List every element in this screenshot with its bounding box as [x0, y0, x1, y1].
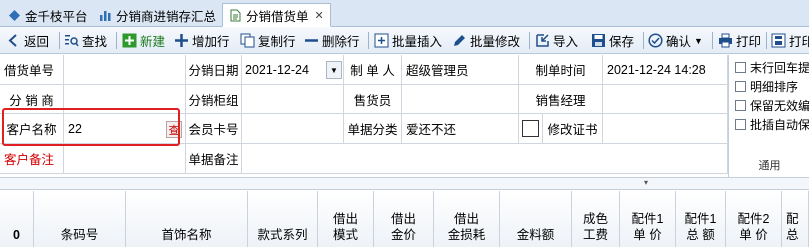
dist-date-field[interactable]: 2021-12-24 ▼ — [242, 55, 344, 85]
plus-square-icon — [122, 33, 137, 48]
option-detail-sort[interactable]: 明细排序 — [735, 78, 798, 94]
import-icon — [536, 34, 549, 47]
creator-field: 超级管理员 — [402, 55, 519, 85]
minus-icon — [305, 39, 318, 42]
confirm-dropdown[interactable]: 确认 ▼ — [648, 30, 703, 51]
col-lend-mode[interactable]: 借出 模式 — [318, 191, 374, 247]
floppy-icon — [592, 34, 605, 47]
seller-label: 售货员 — [344, 85, 402, 114]
counter-group-label: 分销柜组 — [186, 85, 242, 114]
toolbar: 返回 查找 新建 增加行 复制行 删除行 批量插入 批量修改 导入 保存 确认 … — [0, 27, 809, 54]
table-header: 0 条码号 首饰名称 款式系列 借出 模式 借出 金价 借出 金损耗 金料额 成色 工费… — [0, 191, 809, 247]
import-button[interactable]: 导入 — [535, 30, 578, 51]
doc-remark-label: 单据备注 — [186, 144, 242, 174]
col-jewelry-name[interactable]: 首饰名称 — [126, 191, 248, 247]
printer-icon — [771, 33, 786, 48]
modify-cert-label: 修改证书 — [543, 114, 603, 144]
tab-label: 金千枝平台 — [25, 9, 88, 24]
col-lend-gold-price[interactable]: 借出 金价 — [374, 191, 434, 247]
arrow-left-icon — [8, 34, 17, 47]
add-row-button[interactable]: 增加行 — [174, 30, 230, 51]
creator-label: 制 单 人 — [344, 55, 402, 85]
col-lend-gold-loss[interactable]: 借出 金损耗 — [434, 191, 500, 247]
print-button[interactable]: 打印 — [718, 30, 761, 51]
checkbox[interactable] — [735, 61, 746, 73]
doc-category-label: 单据分类 — [344, 114, 402, 144]
dist-date-label: 分销日期 — [186, 55, 242, 85]
borrow-no-label: 借货单号 — [0, 55, 64, 85]
member-card-label: 会员卡号 — [186, 114, 242, 144]
close-icon[interactable]: ✕ — [315, 9, 324, 22]
chevron-down-icon[interactable]: ▾ — [644, 178, 648, 187]
sales-manager-label: 销售经理 — [519, 85, 603, 114]
find-button[interactable]: 查找 — [64, 30, 107, 51]
check-circle-icon — [648, 33, 663, 48]
option-enter-last-row[interactable]: 末行回车提 — [735, 59, 809, 75]
print-button-2[interactable]: 打印 — [771, 30, 809, 51]
col-part1-total[interactable]: 配件1 总 额 — [676, 191, 726, 247]
options-panel: 末行回车提 明细排序 保留无效编 批插自动保 通用 — [728, 55, 809, 177]
tab-bar: 金千枝平台 分销商进销存汇总 分销借货单 ✕ — [0, 0, 809, 27]
options-group-label: 通用 — [758, 160, 781, 172]
col-fineness-labor[interactable]: 成色 工费 — [572, 191, 620, 247]
counter-group-field[interactable] — [242, 85, 344, 114]
bar-chart-icon — [100, 10, 111, 21]
col-part2-total[interactable]: 配总 — [782, 191, 809, 247]
col-gold-amount[interactable]: 金料额 — [500, 191, 572, 247]
doc-category-field[interactable]: 爱还不还 — [402, 114, 519, 144]
checkbox[interactable] — [735, 80, 746, 92]
col-barcode[interactable]: 条码号 — [34, 191, 126, 247]
modify-cert-field — [603, 114, 728, 144]
printer-icon — [719, 33, 732, 48]
member-card-field[interactable] — [242, 114, 344, 144]
plus-icon — [175, 34, 188, 47]
tab-label: 分销借货单 — [246, 9, 309, 24]
create-time-field: 2021-12-24 14:28 — [603, 55, 728, 85]
tab-inventory-summary[interactable]: 分销商进销存汇总 — [93, 3, 222, 27]
highlight-rectangle — [2, 108, 180, 146]
tab-label: 分销商进销存汇总 — [116, 9, 217, 24]
modify-cert-checkbox[interactable] — [519, 114, 543, 144]
pencil-icon — [454, 35, 465, 46]
doc-remark-field[interactable] — [242, 144, 728, 174]
back-button[interactable]: 返回 — [6, 30, 49, 51]
delete-row-button[interactable]: 删除行 — [304, 30, 360, 51]
option-keep-invalid[interactable]: 保留无效编 — [735, 97, 809, 113]
diamond-icon — [9, 9, 20, 21]
batch-insert-icon — [374, 33, 389, 48]
chevron-down-icon: ▼ — [694, 35, 703, 46]
tab-borrow-order[interactable]: 分销借货单 ✕ — [222, 3, 331, 27]
search-icon — [65, 35, 79, 47]
row-count: 0 — [0, 191, 34, 247]
save-button[interactable]: 保存 — [591, 30, 634, 51]
new-button[interactable]: 新建 — [122, 30, 165, 51]
copy-row-button[interactable]: 复制行 — [240, 30, 296, 51]
tab-platform[interactable]: 金千枝平台 — [2, 3, 94, 27]
batch-insert-button[interactable]: 批量插入 — [374, 30, 442, 51]
document-icon — [230, 9, 241, 21]
dropdown-arrow-icon[interactable]: ▼ — [326, 61, 342, 79]
copy-icon — [240, 33, 255, 48]
customer-remark-field[interactable] — [64, 144, 186, 174]
checkbox[interactable] — [735, 99, 746, 111]
checkbox-box[interactable] — [522, 120, 539, 137]
seller-field[interactable] — [402, 85, 519, 114]
col-style-series[interactable]: 款式系列 — [248, 191, 318, 247]
option-batch-auto-save[interactable]: 批插自动保 — [735, 116, 809, 132]
borrow-no-field[interactable] — [64, 55, 186, 85]
checkbox[interactable] — [735, 118, 746, 130]
batch-edit-button[interactable]: 批量修改 — [452, 30, 520, 51]
col-part2-price[interactable]: 配件2 单 价 — [726, 191, 782, 247]
splitter[interactable]: ▾ — [0, 177, 809, 190]
sales-manager-field[interactable] — [603, 85, 728, 114]
col-part1-price[interactable]: 配件1 单 价 — [620, 191, 676, 247]
create-time-label: 制单时间 — [519, 55, 603, 85]
header-form: 借货单号 分销日期 2021-12-24 ▼ 制 单 人 超级管理员 制单时间 … — [0, 55, 728, 175]
customer-remark-label: 客户备注 — [0, 144, 64, 174]
